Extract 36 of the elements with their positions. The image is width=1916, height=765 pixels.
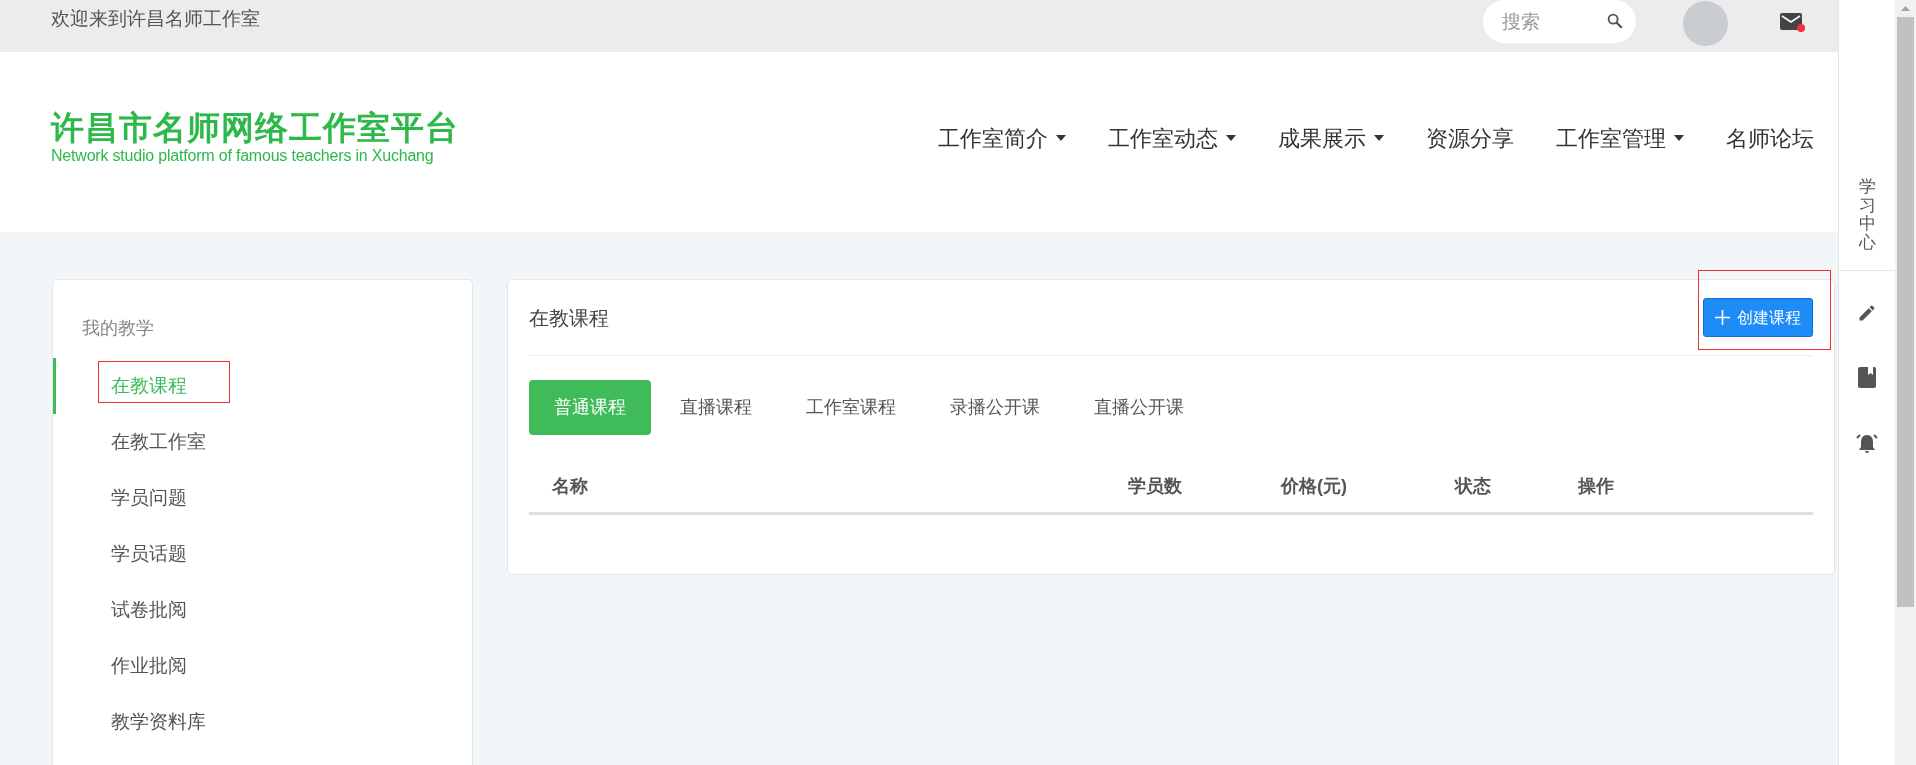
course-tab[interactable]: 直播公开课 (1069, 380, 1209, 435)
nav-link[interactable]: 工作室管理 (1556, 121, 1684, 155)
nav-link[interactable]: 工作室简介 (938, 121, 1066, 155)
course-tab[interactable]: 直播课程 (655, 380, 777, 435)
book-icon[interactable] (1858, 366, 1876, 388)
nav-link[interactable]: 资源分享 (1426, 121, 1514, 155)
sidebar-item[interactable]: 教学资料库 (53, 694, 472, 750)
sidebar-item[interactable]: 学员问题 (53, 470, 472, 526)
column-header: 名称 (552, 474, 588, 498)
nav-link[interactable]: 成果展示 (1278, 121, 1384, 155)
column-header: 状态 (1455, 474, 1491, 498)
column-header: 操作 (1578, 474, 1614, 498)
sidebar-item[interactable]: 作业批阅 (53, 638, 472, 694)
alarm-bell-icon[interactable] (1855, 432, 1879, 455)
plus-icon (1715, 310, 1730, 325)
mail-icon[interactable] (1780, 12, 1802, 30)
welcome-text: 欢迎来到许昌名师工作室 (51, 6, 260, 31)
study-center-link[interactable]: 学习中心 (1858, 178, 1876, 253)
course-tab[interactable]: 录播公开课 (925, 380, 1065, 435)
panel-title: 在教课程 (529, 305, 609, 331)
pencil-icon[interactable] (1857, 302, 1877, 323)
nav-link[interactable]: 名师论坛 (1726, 121, 1814, 155)
search-icon[interactable] (1606, 12, 1624, 30)
course-tab[interactable]: 工作室课程 (781, 380, 921, 435)
sidebar-item[interactable]: 在教工作室 (53, 414, 472, 470)
sidebar-item[interactable]: 学员话题 (53, 526, 472, 582)
search-field[interactable]: 搜索 (1483, 0, 1636, 43)
column-header: 学员数 (1128, 474, 1182, 498)
scrollbar[interactable] (1895, 0, 1916, 765)
column-header: 价格(元) (1281, 474, 1347, 498)
logo-subtitle: Network studio platform of famous teachers in Xuchang (51, 146, 435, 166)
sidebar-item[interactable]: 试卷批阅 (53, 582, 472, 638)
logo-title: 许昌市名师网络工作室平台 (51, 110, 459, 146)
nav-link[interactable]: 工作室动态 (1108, 121, 1236, 155)
scrollbar-thumb[interactable] (1897, 17, 1914, 607)
sidebar-heading: 我的教学 (82, 316, 154, 340)
